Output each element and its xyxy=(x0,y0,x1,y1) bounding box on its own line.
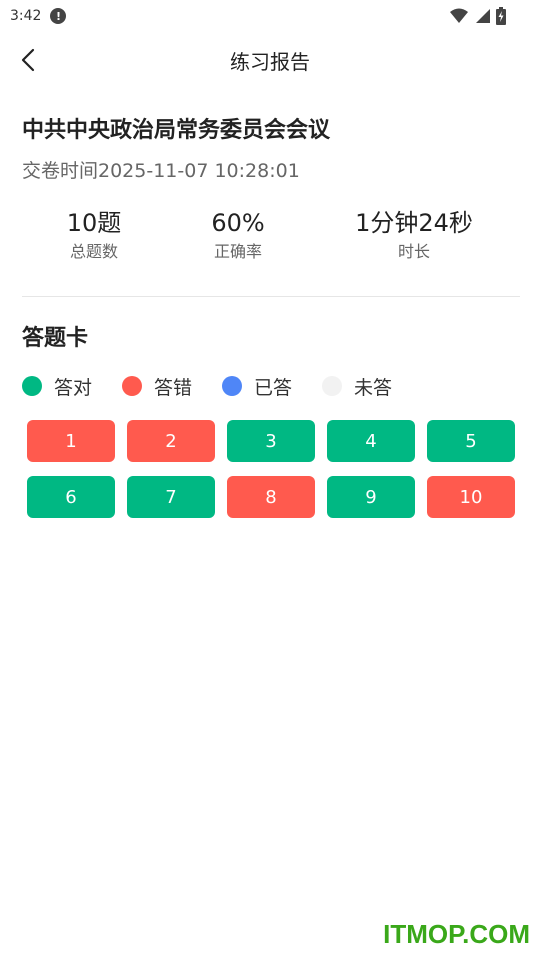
legend-label: 已答 xyxy=(254,376,293,399)
stat-total-questions: 10题 总题数 xyxy=(67,206,122,264)
app-header: 练习报告 xyxy=(0,36,540,84)
question-button[interactable]: 1 xyxy=(27,420,115,462)
stats-row: 10题 总题数 60% 正确率 1分钟24秒 时长 xyxy=(0,206,540,270)
question-button[interactable]: 6 xyxy=(27,476,115,518)
legend-answered: 已答 xyxy=(222,372,292,400)
back-button[interactable] xyxy=(14,46,42,74)
practice-report-page: 3:42 ! 练习报告 中共中央政治局常务委员会会议 交卷时间2025-11-0… xyxy=(0,0,540,960)
alert-icon: ! xyxy=(50,8,67,24)
question-button[interactable]: 4 xyxy=(327,420,415,462)
question-button[interactable]: 10 xyxy=(427,476,515,518)
status-time: 3:42 xyxy=(10,8,42,24)
submit-time: 交卷时间2025-11-07 10:28:01 xyxy=(22,160,300,182)
question-button[interactable]: 8 xyxy=(227,476,315,518)
stat-value: 1分钟24秒 xyxy=(355,209,473,237)
divider xyxy=(22,296,520,297)
legend-dot-unanswered xyxy=(322,376,342,396)
legend-dot-correct xyxy=(22,376,42,396)
stat-label: 总题数 xyxy=(69,242,119,261)
legend-unanswered: 未答 xyxy=(322,372,392,400)
question-button[interactable]: 2 xyxy=(127,420,215,462)
exam-title: 中共中央政治局常务委员会会议 xyxy=(22,118,331,143)
legend-dot-wrong xyxy=(122,376,142,396)
legend-label: 未答 xyxy=(354,376,393,399)
wifi-icon xyxy=(450,8,468,23)
status-icons xyxy=(450,7,506,25)
stat-label: 时长 xyxy=(397,242,430,261)
stat-value: 10题 xyxy=(66,209,122,237)
back-arrow-icon xyxy=(21,48,35,72)
legend-dot-answered xyxy=(222,376,242,396)
legend-correct: 答对 xyxy=(22,372,92,400)
legend-label: 答对 xyxy=(54,376,93,399)
question-button[interactable]: 7 xyxy=(127,476,215,518)
legend-label: 答错 xyxy=(154,376,193,399)
stat-value: 60% xyxy=(211,209,265,237)
answer-card-title: 答题卡 xyxy=(22,326,89,351)
stat-accuracy: 60% 正确率 xyxy=(211,206,264,264)
stat-label: 正确率 xyxy=(213,242,262,261)
answer-legend: 答对 答错 已答 未答 xyxy=(22,372,522,400)
question-button[interactable]: 9 xyxy=(327,476,415,518)
stat-duration: 1分钟24秒 时长 xyxy=(355,206,473,264)
status-bar: 3:42 ! xyxy=(0,0,540,32)
battery-icon xyxy=(496,7,506,25)
page-title: 练习报告 xyxy=(230,49,310,74)
question-button[interactable]: 3 xyxy=(227,420,315,462)
watermark: ITMOP.COM xyxy=(383,919,530,949)
question-button[interactable]: 5 xyxy=(427,420,515,462)
signal-icon xyxy=(476,9,490,23)
legend-wrong: 答错 xyxy=(122,372,192,400)
